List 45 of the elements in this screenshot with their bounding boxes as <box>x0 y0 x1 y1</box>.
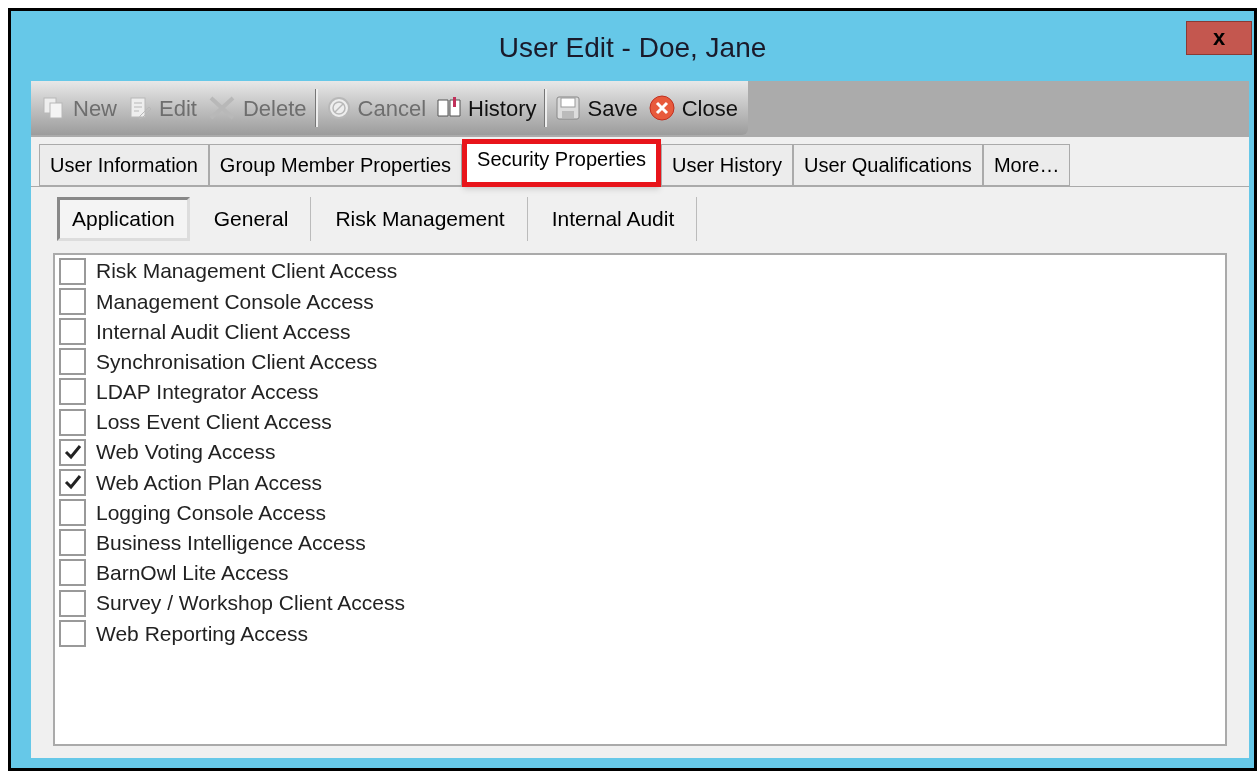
checkbox[interactable] <box>59 468 86 496</box>
tab[interactable]: Group Member Properties <box>208 144 463 186</box>
tab[interactable]: User History <box>661 144 794 186</box>
checkbox[interactable] <box>59 529 86 557</box>
tab[interactable]: Security Properties <box>462 139 661 187</box>
subtab[interactable]: Internal Audit <box>529 197 698 241</box>
permission-label: Web Reporting Access <box>96 620 309 647</box>
permission-label: BarnOwl Lite Access <box>96 560 289 587</box>
tab[interactable]: User Qualifications <box>793 144 983 186</box>
permission-label: LDAP Integrator Access <box>96 379 319 406</box>
subtab[interactable]: General <box>191 197 312 241</box>
checkbox[interactable] <box>59 438 86 466</box>
window-close-button[interactable]: x <box>1186 21 1252 55</box>
permission-label: Loss Event Client Access <box>96 409 332 436</box>
permission-label: Logging Console Access <box>96 499 326 526</box>
permission-label: Synchronisation Client Access <box>96 348 378 375</box>
checkbox[interactable] <box>59 317 86 345</box>
permission-label: Management Console Access <box>96 288 374 315</box>
checkbox[interactable] <box>59 499 86 527</box>
checkbox[interactable] <box>59 559 86 587</box>
permission-label: Web Voting Access <box>96 439 276 466</box>
checkbox[interactable] <box>59 408 86 436</box>
permission-label: Business Intelligence Access <box>96 530 366 557</box>
checkbox[interactable] <box>59 348 86 376</box>
tab[interactable]: More… <box>982 144 1071 186</box>
checkbox[interactable] <box>59 619 86 647</box>
close-icon <box>647 94 676 122</box>
checkbox[interactable] <box>59 589 86 617</box>
subtab[interactable]: Application <box>57 197 190 241</box>
edit-document-icon <box>127 95 153 121</box>
permission-label: Risk Management Client Access <box>96 258 398 285</box>
permission-label: Web Action Plan Access <box>96 469 323 496</box>
toolbar-button[interactable]: Close <box>645 91 740 125</box>
window-title: User Edit - Doe, Jane <box>498 31 767 65</box>
checkbox[interactable] <box>59 257 86 285</box>
subtab[interactable]: Risk Management <box>313 197 528 241</box>
permission-label: Internal Audit Client Access <box>96 318 351 345</box>
checkbox[interactable] <box>59 287 86 315</box>
checkmark-icon <box>63 444 82 461</box>
checkbox[interactable] <box>59 378 86 406</box>
toolbar-button[interactable]: History <box>434 91 539 125</box>
checkmark-icon <box>63 474 82 491</box>
toolbar-button[interactable]: Save <box>553 91 640 125</box>
permission-label: Survey / Workshop Client Access <box>96 590 405 617</box>
tab[interactable]: User Information <box>39 144 209 186</box>
